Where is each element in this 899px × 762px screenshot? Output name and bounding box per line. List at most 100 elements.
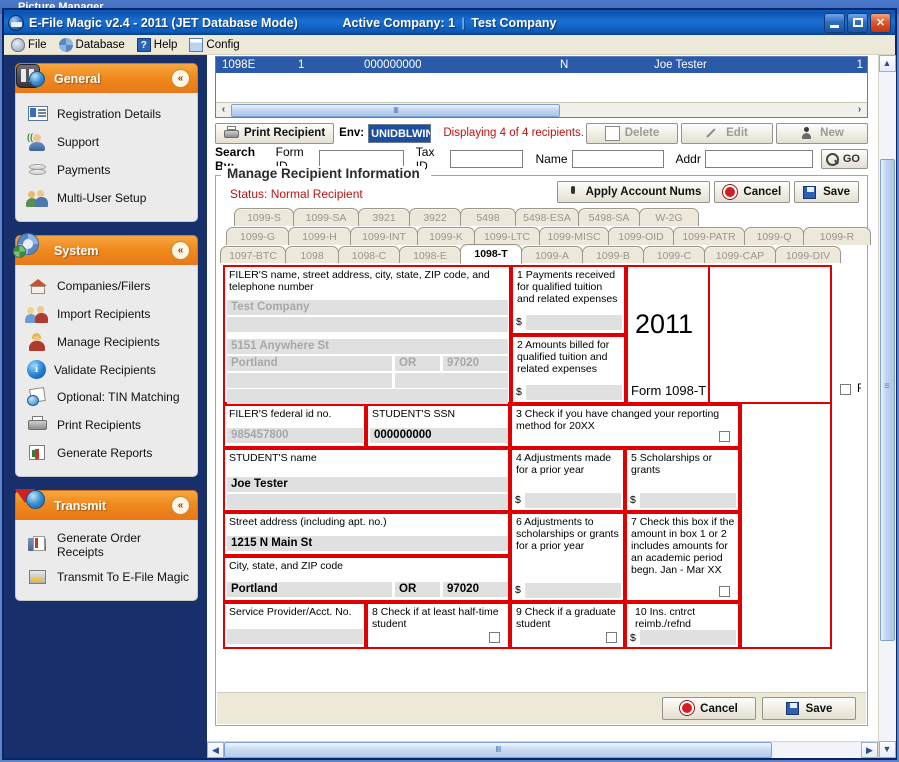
maximize-button[interactable] bbox=[847, 13, 868, 33]
tab-5498-sa[interactable]: 5498-SA bbox=[578, 208, 640, 226]
hscroll-thumb[interactable] bbox=[231, 104, 560, 117]
student-name-line2-field[interactable] bbox=[227, 494, 508, 509]
tab-1099-g[interactable]: 1099-G bbox=[226, 227, 289, 245]
filer-extra-field-2[interactable] bbox=[395, 373, 508, 388]
sidebar-item-support[interactable]: (( Support bbox=[16, 128, 197, 156]
new-button[interactable]: New bbox=[776, 123, 868, 144]
filer-tin-field[interactable]: 985457800 bbox=[227, 428, 363, 443]
tab-1099-oid[interactable]: 1099-OID bbox=[608, 227, 674, 245]
name-input[interactable] bbox=[572, 150, 664, 168]
tab-1099-c[interactable]: 1099-C bbox=[643, 246, 705, 264]
box1-value-field[interactable] bbox=[526, 315, 622, 330]
box8-checkbox[interactable] bbox=[489, 632, 500, 643]
tab-1097-btc[interactable]: 1097-BTC bbox=[220, 246, 286, 264]
filer-zip-field[interactable]: 97020 bbox=[443, 356, 508, 371]
page-scroll-left-icon[interactable]: ◀ bbox=[207, 742, 224, 758]
tab-1099-r[interactable]: 1099-R bbox=[803, 227, 871, 245]
sidebar-item-import-recipients[interactable]: Import Recipients bbox=[16, 300, 197, 328]
sidebar-item-registration-details[interactable]: Registration Details bbox=[16, 100, 197, 128]
student-name-field[interactable]: Joe Tester bbox=[227, 477, 508, 492]
tax-id-input[interactable] bbox=[450, 150, 523, 168]
service-provider-field[interactable] bbox=[227, 629, 363, 644]
addr-input[interactable] bbox=[705, 150, 813, 168]
tab-1099-patr[interactable]: 1099-PATR bbox=[673, 227, 745, 245]
close-button[interactable]: ✕ bbox=[870, 13, 891, 33]
chevron-up-icon-transmit[interactable]: « bbox=[171, 496, 190, 515]
panel-cancel-button[interactable]: Cancel bbox=[714, 181, 790, 203]
delete-button[interactable]: Delete bbox=[586, 123, 678, 144]
env-value-field[interactable]: UNIDBLWIN bbox=[368, 124, 431, 143]
page-scroll-right-icon[interactable]: ▶ bbox=[861, 742, 878, 758]
scroll-right-icon[interactable]: › bbox=[852, 103, 867, 118]
scroll-left-icon[interactable]: ‹ bbox=[216, 103, 231, 118]
tab-1099-b[interactable]: 1099-B bbox=[582, 246, 644, 264]
sidebar-item-generate-order-receipts[interactable]: Generate Order Receipts bbox=[16, 527, 197, 563]
go-button[interactable]: GO bbox=[821, 149, 868, 169]
box10-value-field[interactable] bbox=[640, 630, 736, 645]
chevron-up-icon-system[interactable]: « bbox=[171, 241, 190, 260]
page-hscroll-track[interactable] bbox=[224, 742, 861, 758]
page-scroll-down-icon[interactable]: ▼ bbox=[879, 741, 896, 758]
recipient-row-selected[interactable]: 1098E 1 000000000 N Joe Tester 1 bbox=[216, 57, 867, 73]
state-field[interactable]: OR bbox=[395, 582, 440, 597]
box3-checkbox[interactable] bbox=[719, 431, 730, 442]
sidebar-group-general-header[interactable]: General « bbox=[15, 63, 198, 93]
box9-checkbox[interactable] bbox=[606, 632, 617, 643]
tab-1099-q[interactable]: 1099-Q bbox=[744, 227, 804, 245]
filer-street-field[interactable]: 5151 Anywhere St bbox=[227, 339, 508, 354]
tab-1099-ltc[interactable]: 1099-LTC bbox=[474, 227, 540, 245]
tab-5498[interactable]: 5498 bbox=[460, 208, 516, 226]
tab-1099-misc[interactable]: 1099-MISC bbox=[539, 227, 609, 245]
filer-extra-field-1[interactable] bbox=[227, 373, 392, 388]
tab-w-2g[interactable]: W-2G bbox=[639, 208, 699, 226]
page-hscroll-thumb[interactable] bbox=[224, 742, 772, 758]
box7-checkbox[interactable] bbox=[719, 586, 730, 597]
tab-1099-cap[interactable]: 1099-CAP bbox=[704, 246, 776, 264]
minimize-button[interactable] bbox=[824, 13, 845, 33]
filer-line2-field[interactable] bbox=[227, 317, 508, 332]
sidebar-group-transmit-header[interactable]: Transmit « bbox=[15, 490, 198, 520]
panel-save-button[interactable]: Save bbox=[794, 181, 859, 203]
tab-1098-e[interactable]: 1098-E bbox=[399, 246, 461, 264]
filer-name-field[interactable]: Test Company bbox=[227, 300, 508, 315]
sidebar-item-validate-recipients[interactable]: i Validate Recipients bbox=[16, 356, 197, 383]
edit-button[interactable]: Edit bbox=[681, 123, 773, 144]
page-vscroll-track[interactable] bbox=[879, 72, 896, 741]
sidebar-item-manage-recipients[interactable]: Manage Recipients bbox=[16, 328, 197, 356]
chevron-up-icon-general[interactable]: « bbox=[171, 69, 190, 88]
sidebar-item-multi-user-setup[interactable]: Multi-User Setup bbox=[16, 184, 197, 212]
page-scroll-up-icon[interactable]: ▲ bbox=[879, 55, 896, 72]
page-hscrollbar[interactable]: ◀ ▶ bbox=[207, 741, 878, 758]
footer-cancel-button[interactable]: Cancel bbox=[662, 697, 756, 720]
student-ssn-field[interactable]: 000000000 bbox=[370, 428, 508, 443]
box5-value-field[interactable] bbox=[640, 493, 736, 508]
sidebar-item-transmit-to-efile-magic[interactable]: Transmit To E-File Magic bbox=[16, 563, 197, 591]
tab-3922[interactable]: 3922 bbox=[409, 208, 461, 226]
filer-extra-field-3[interactable] bbox=[227, 389, 508, 404]
sidebar-group-system-header[interactable]: System « bbox=[15, 235, 198, 265]
sidebar-item-generate-reports[interactable]: Generate Reports bbox=[16, 439, 197, 467]
apply-account-nums-button[interactable]: Apply Account Nums bbox=[557, 181, 711, 203]
hscroll-track[interactable] bbox=[231, 104, 852, 117]
page-vscrollbar[interactable]: ▲ ▼ bbox=[878, 55, 895, 758]
tab-1099-k[interactable]: 1099-K bbox=[417, 227, 475, 245]
footer-save-button[interactable]: Save bbox=[762, 697, 856, 720]
tab-1099-sa[interactable]: 1099-SA bbox=[293, 208, 359, 226]
tab-1098-t[interactable]: 1098-T bbox=[460, 244, 522, 264]
tab-1098-c[interactable]: 1098-C bbox=[338, 246, 400, 264]
box4-value-field[interactable] bbox=[525, 493, 621, 508]
menu-help[interactable]: ? Help bbox=[134, 37, 184, 53]
tab-1098[interactable]: 1098 bbox=[285, 246, 339, 264]
filer-city-field[interactable]: Portland bbox=[227, 356, 392, 371]
recipient-list-grid[interactable]: 1098E 1 000000000 N Joe Tester 1 ‹ › bbox=[215, 56, 868, 118]
tab-1099-div[interactable]: 1099-DIV bbox=[775, 246, 841, 264]
zip-field[interactable]: 97020 bbox=[443, 582, 508, 597]
menu-database[interactable]: Database bbox=[56, 37, 131, 53]
street-field[interactable]: 1215 N Main St bbox=[227, 536, 508, 551]
menu-config[interactable]: Config bbox=[186, 37, 245, 53]
tab-1099-int[interactable]: 1099-INT bbox=[350, 227, 418, 245]
page-vscroll-thumb[interactable] bbox=[880, 159, 895, 641]
tab-1099-h[interactable]: 1099-H bbox=[288, 227, 351, 245]
sidebar-item-payments[interactable]: Payments bbox=[16, 156, 197, 184]
tab-5498-esa[interactable]: 5498-ESA bbox=[515, 208, 579, 226]
